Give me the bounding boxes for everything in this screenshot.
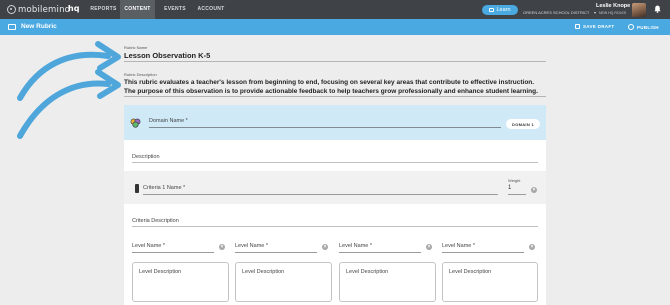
save-draft-button[interactable]: SAVE DRAFT [575, 24, 614, 29]
rubric-icon [8, 24, 16, 30]
rubric-name-underline [124, 61, 546, 62]
level-name-underline [442, 252, 524, 253]
district-name[interactable]: GREEN ACRES SCHOOL DISTRICT [523, 10, 589, 15]
weight-input[interactable]: 1 [508, 185, 511, 191]
arrow-to-rubric-name [17, 51, 111, 101]
mobilemind-logo[interactable]: mobilemind [7, 4, 70, 15]
save-draft-label: SAVE DRAFT [583, 24, 615, 29]
level-description-placeholder: Level Description [139, 269, 182, 275]
learn-button[interactable]: Learn [482, 5, 518, 15]
logo-text: mobilemind [18, 4, 71, 15]
avatar[interactable] [632, 3, 646, 17]
rubric-name-input[interactable]: Lesson Observation K-5 [124, 51, 210, 60]
nav-reports[interactable]: REPORTS [87, 0, 120, 19]
rubric-description-label: Rubric Description [124, 72, 157, 77]
arrow-to-rubric-description [17, 80, 111, 139]
criteria-name-underline [143, 194, 498, 195]
remove-level-button[interactable]: × [529, 244, 535, 250]
globe-icon [628, 24, 634, 30]
learn-label: Learn [496, 7, 511, 13]
domain-name-input[interactable]: Domain Name * [149, 118, 188, 124]
bell-icon[interactable] [654, 5, 661, 13]
logo-mark-icon [7, 5, 16, 14]
domain-description-input[interactable]: Description [132, 154, 160, 160]
level-name-input[interactable]: Level Name * [132, 243, 165, 249]
nav-account[interactable]: ACCOUNT [194, 0, 228, 19]
level-name-input[interactable]: Level Name * [235, 243, 268, 249]
arrow-to-rubric-name-head [95, 41, 121, 71]
save-icon [575, 24, 580, 29]
level-name-input[interactable]: Level Name * [442, 243, 475, 249]
level-name-underline [132, 252, 214, 253]
level-description-input[interactable]: Level Description [442, 262, 538, 302]
rubric-description-input[interactable]: This rubric evaluates a teacher's lesson… [124, 78, 544, 96]
rubric-description-underline [124, 96, 546, 97]
remove-level-button[interactable]: × [426, 244, 432, 250]
domain-badge: DOMAIN 1 [506, 119, 540, 129]
nav-events[interactable]: EVENTS [160, 0, 190, 19]
learn-icon [489, 8, 495, 12]
page-title: New Rubric [21, 23, 57, 30]
level-description-input[interactable]: Level Description [132, 262, 229, 302]
weight-underline [508, 194, 526, 195]
criteria-name-input[interactable]: Criteria 1 Name * [143, 185, 185, 191]
criteria-description-underline [132, 226, 538, 227]
publish-button[interactable]: PUBLISH [628, 24, 659, 30]
domain-card: Domain Name * DOMAIN 1 Description Crite… [124, 105, 546, 305]
user-role: NEW HQ ROLES [599, 11, 627, 15]
level-description-input[interactable]: Level Description [235, 262, 332, 302]
level-description-placeholder: Level Description [449, 269, 492, 275]
weight-label: Weight [508, 178, 521, 183]
level-description-input[interactable]: Level Description [339, 262, 436, 302]
level-name-underline [235, 252, 317, 253]
domain-description-underline [132, 162, 538, 163]
publish-label: PUBLISH [637, 24, 659, 30]
user-name[interactable]: Leslie Knope [596, 3, 630, 9]
page-header: New Rubric SAVE DRAFT PUBLISH [0, 19, 670, 35]
level-name-underline [339, 252, 421, 253]
drag-handle-icon[interactable] [135, 184, 139, 193]
nav-content[interactable]: CONTENT [120, 0, 155, 19]
remove-criteria-button[interactable]: × [531, 187, 537, 193]
arrow-to-rubric-description-head [95, 69, 121, 99]
top-nav: mobilemind hq REPORTS CONTENT EVENTS ACC… [0, 0, 670, 19]
domain-name-underline [149, 127, 501, 128]
criteria-description-input[interactable]: Criteria Description [132, 218, 179, 224]
district-dropdown-icon[interactable]: ▾ [594, 10, 596, 15]
level-description-placeholder: Level Description [346, 269, 389, 275]
level-description-placeholder: Level Description [242, 269, 285, 275]
domain-header: Domain Name * DOMAIN 1 [124, 105, 546, 140]
rubric-name-label: Rubric Name [124, 45, 148, 50]
criteria-row [124, 171, 546, 204]
logo-hq: hq [68, 4, 80, 13]
remove-level-button[interactable]: × [219, 244, 225, 250]
remove-level-button[interactable]: × [322, 244, 328, 250]
level-name-input[interactable]: Level Name * [339, 243, 372, 249]
domain-icon [130, 118, 141, 128]
